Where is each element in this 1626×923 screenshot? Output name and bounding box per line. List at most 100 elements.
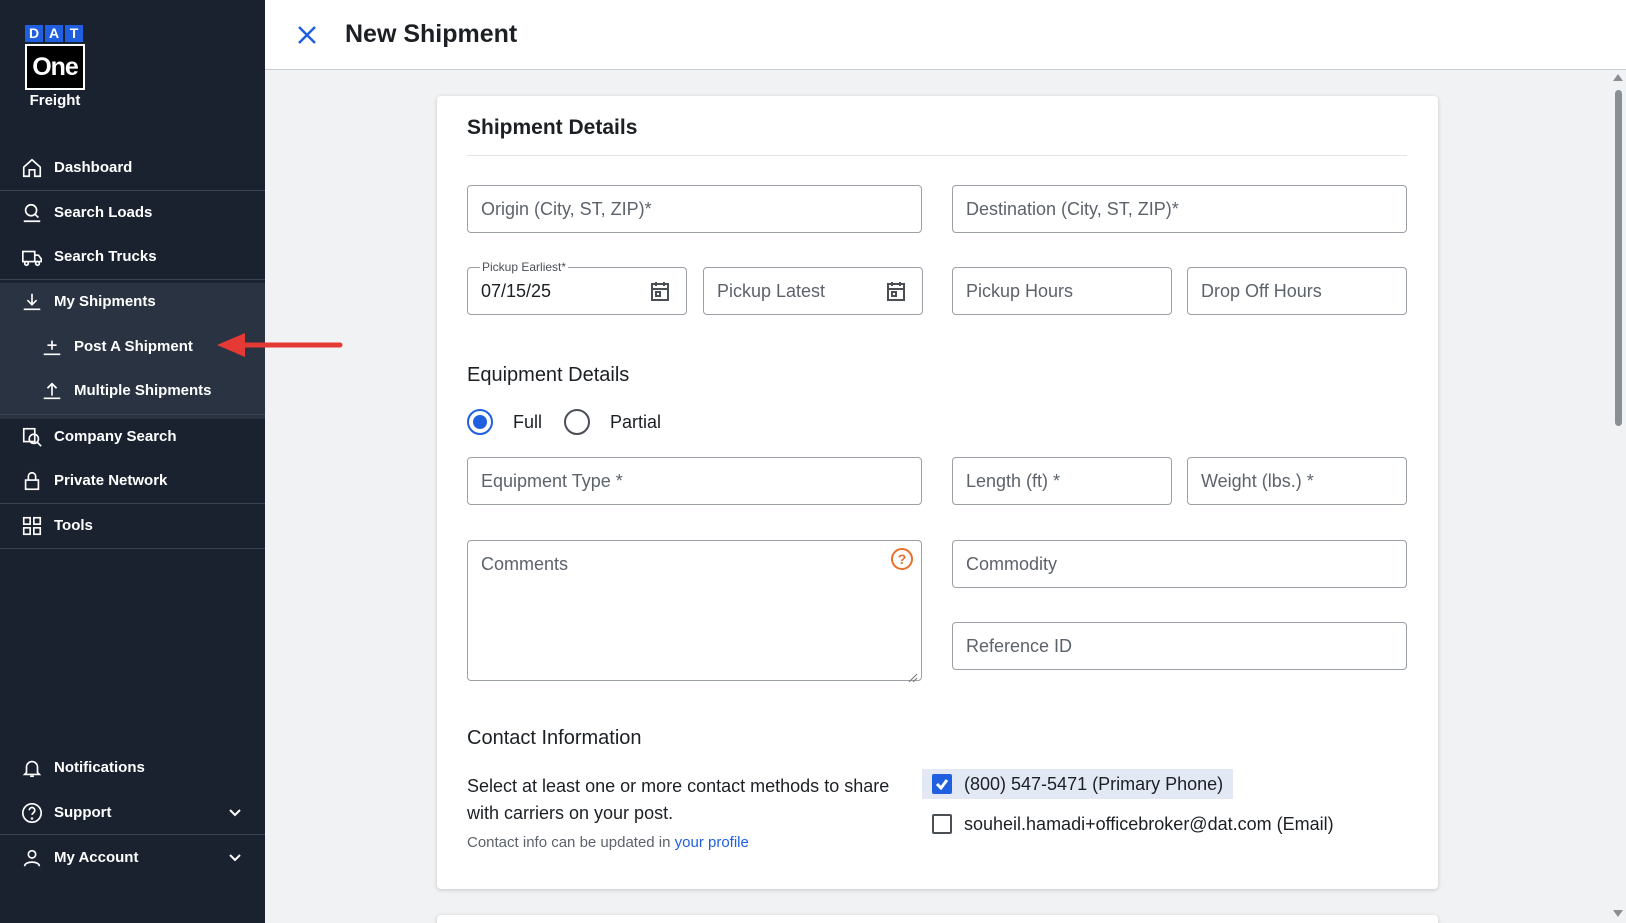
help-icon[interactable]: ? — [891, 548, 913, 570]
full-radio-label[interactable]: Full — [513, 412, 542, 433]
page-title: New Shipment — [345, 20, 518, 48]
contact-note: Contact info can be updated in your prof… — [467, 834, 749, 851]
sidebar-item-private-network[interactable]: Private Network — [0, 458, 265, 503]
logo-letter: T — [65, 25, 83, 42]
lock-icon — [20, 469, 44, 493]
dat-one-freight-logo[interactable]: D A T One Freight — [25, 25, 85, 109]
your-profile-link[interactable]: your profile — [675, 834, 749, 851]
logo-one: One — [25, 44, 85, 90]
dropoff-hours-input[interactable]: Drop Off Hours — [1187, 267, 1407, 315]
help-circle-icon — [20, 801, 44, 825]
pickup-latest-placeholder: Pickup Latest — [717, 280, 826, 301]
sidebar-item-label: Post A Shipment — [74, 338, 193, 355]
comments-placeholder: Comments — [481, 554, 569, 574]
sidebar-item-label: My Shipments — [54, 293, 156, 310]
partial-radio[interactable] — [564, 409, 591, 435]
length-placeholder: Length (ft) * — [966, 470, 1061, 491]
shipment-form-card: Shipment Details Origin (City, ST, ZIP)*… — [437, 96, 1438, 889]
pickup-hours-input[interactable]: Pickup Hours — [952, 267, 1172, 315]
grid-icon — [20, 514, 44, 538]
equipment-details-title: Equipment Details — [467, 364, 630, 386]
commodity-placeholder: Commodity — [966, 553, 1058, 574]
page-header: New Shipment — [265, 0, 1626, 70]
sidebar-item-dashboard[interactable]: Dashboard — [0, 145, 265, 190]
weight-input[interactable]: Weight (lbs.) * — [1187, 457, 1407, 505]
phone-label: (800) 547-5471 (Primary Phone) — [964, 773, 1224, 794]
chevron-down-icon[interactable] — [227, 804, 243, 820]
email-label: souheil.hamadi+officebroker@dat.com (Ema… — [964, 813, 1334, 834]
sidebar-item-label: Search Trucks — [54, 248, 157, 265]
sidebar-item-label: Multiple Shipments — [74, 382, 212, 399]
phone-checkbox[interactable] — [932, 774, 952, 794]
sidebar-item-label: Dashboard — [54, 159, 133, 176]
bell-icon — [20, 756, 44, 780]
contact-information-title: Contact Information — [467, 727, 642, 749]
next-section-card — [437, 915, 1438, 923]
company-search-icon — [20, 425, 44, 449]
user-icon — [20, 846, 44, 870]
calendar-icon[interactable] — [884, 279, 908, 303]
chevron-down-icon[interactable] — [227, 849, 243, 865]
sidebar-item-search-loads[interactable]: Search Loads — [0, 190, 265, 235]
length-input[interactable]: Length (ft) * — [952, 457, 1172, 505]
section-divider — [467, 155, 1407, 156]
pickup-latest-input[interactable]: Pickup Latest — [703, 267, 923, 315]
sidebar-item-company-search[interactable]: Company Search — [0, 414, 265, 459]
pickup-earliest-label: Pickup Earliest* — [480, 260, 569, 274]
email-contact-option[interactable]: souheil.hamadi+officebroker@dat.com (Ema… — [922, 809, 1344, 839]
pickup-earliest-input[interactable]: Pickup Earliest* 07/15/25 — [467, 260, 687, 315]
reference-id-input[interactable]: Reference ID — [952, 622, 1407, 670]
sidebar-item-my-account[interactable]: My Account — [0, 835, 265, 880]
destination-placeholder: Destination (City, ST, ZIP)* — [966, 198, 1179, 219]
commodity-input[interactable]: Commodity — [952, 540, 1407, 588]
contact-note-text: Contact info can be updated in — [467, 834, 675, 851]
email-checkbox[interactable] — [932, 814, 952, 834]
dropoff-hours-placeholder: Drop Off Hours — [1201, 280, 1322, 301]
scrollbar[interactable] — [1610, 72, 1626, 923]
logo-dat-letters: D A T — [25, 25, 85, 42]
search-loads-icon — [20, 201, 44, 225]
scroll-up-arrow[interactable] — [1613, 74, 1623, 81]
close-icon[interactable] — [295, 23, 319, 47]
full-radio[interactable] — [467, 409, 493, 435]
upload-icon — [40, 379, 64, 403]
load-size-radio-group: Full Partial — [467, 409, 683, 435]
logo-letter: A — [45, 25, 63, 42]
download-icon — [20, 290, 44, 314]
scroll-down-arrow[interactable] — [1613, 910, 1623, 917]
origin-input[interactable]: Origin (City, ST, ZIP)* — [467, 185, 922, 233]
destination-input[interactable]: Destination (City, ST, ZIP)* — [952, 185, 1407, 233]
annotation-arrow — [217, 333, 343, 357]
logo-letter: D — [25, 25, 43, 42]
sidebar-item-label: Tools — [54, 517, 93, 534]
sidebar-item-label: Notifications — [54, 759, 145, 776]
sidebar-divider — [0, 548, 265, 549]
truck-icon — [20, 245, 44, 269]
sidebar-item-my-shipments[interactable]: My Shipments — [0, 279, 265, 324]
sidebar-item-support[interactable]: Support — [0, 790, 265, 835]
resize-handle-icon[interactable] — [908, 667, 918, 683]
origin-placeholder: Origin (City, ST, ZIP)* — [481, 198, 652, 219]
calendar-icon[interactable] — [648, 279, 672, 303]
sidebar-item-notifications[interactable]: Notifications — [0, 745, 265, 790]
sidebar-item-search-trucks[interactable]: Search Trucks — [0, 234, 265, 279]
pickup-earliest-value: 07/15/25 — [481, 280, 552, 301]
scroll-thumb[interactable] — [1615, 90, 1622, 426]
sidebar-item-label: Company Search — [54, 428, 177, 445]
pickup-hours-placeholder: Pickup Hours — [966, 280, 1074, 301]
post-icon — [40, 335, 64, 359]
comments-textarea[interactable]: Comments ? — [467, 540, 922, 683]
logo-freight: Freight — [29, 92, 81, 109]
sidebar-item-label: Search Loads — [54, 204, 153, 221]
checkmark-icon — [935, 779, 949, 791]
sidebar-item-multiple-shipments[interactable]: Multiple Shipments — [0, 368, 265, 413]
sidebar-item-tools[interactable]: Tools — [0, 503, 265, 548]
shipment-details-title: Shipment Details — [467, 116, 638, 139]
sidebar-item-label: Support — [54, 804, 112, 821]
weight-placeholder: Weight (lbs.) * — [1201, 470, 1314, 491]
phone-contact-option[interactable]: (800) 547-5471 (Primary Phone) — [922, 769, 1234, 799]
equipment-type-input[interactable]: Equipment Type * — [467, 457, 922, 505]
partial-radio-label[interactable]: Partial — [610, 412, 661, 433]
contact-description: Select at least one or more contact meth… — [467, 776, 890, 823]
sidebar-item-label: Private Network — [54, 472, 168, 489]
